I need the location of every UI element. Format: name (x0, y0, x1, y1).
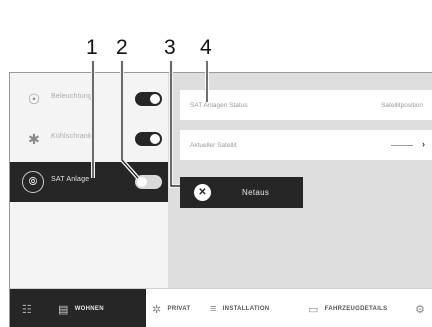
chevron-right-icon: › (422, 139, 425, 149)
snowflake-icon: ✱ (28, 131, 40, 147)
lighting-toggle[interactable] (135, 92, 162, 106)
home-icon: ▤ (58, 303, 69, 316)
tab-wohnen[interactable]: ▤ WOHNEN (44, 289, 146, 327)
sidebar-item-label: Beleuchtung (51, 93, 93, 100)
current-satellite-label: Aktueller Satellit (190, 142, 237, 149)
fridge-toggle[interactable] (135, 132, 162, 146)
sidebar: ☉ Beleuchtung ✱ Kühlschrank ⦾ SAT Anlage (10, 73, 168, 288)
detail-panel: SAT Anlagen Status Satellitposition Aktu… (168, 73, 432, 288)
netaus-button[interactable]: ✕ Netaus (180, 177, 303, 208)
satellite-value-placeholder (391, 145, 413, 146)
lightbulb-icon: ☉ (27, 91, 41, 107)
shower-icon: ✲ (152, 303, 162, 316)
sat-status-value: Satellitposition (381, 102, 423, 109)
callout-4: 4 (200, 36, 212, 59)
installation-icon: ≡ (210, 303, 217, 315)
sat-status-label: SAT Anlagen Status (190, 102, 248, 109)
sidebar-item-fridge[interactable]: ✱ Kühlschrank (10, 119, 168, 159)
settings-button[interactable]: ⚙ (415, 289, 425, 327)
grid-menu-button[interactable]: ☷ (10, 289, 44, 327)
callout-3: 3 (164, 36, 176, 59)
app-window: ☉ Beleuchtung ✱ Kühlschrank ⦾ SAT Anlage… (9, 72, 432, 327)
tab-installation[interactable]: ≡ INSTALLATION (210, 289, 269, 327)
sat-toggle[interactable] (135, 175, 162, 189)
tab-label: WOHNEN (74, 306, 104, 312)
satellite-icon: ⦾ (22, 171, 44, 193)
sidebar-item-sat[interactable]: ⦾ SAT Anlage (10, 162, 168, 202)
close-icon: ✕ (194, 184, 211, 201)
tab-label: PRIVAT (167, 306, 191, 312)
gear-icon: ⚙ (415, 303, 426, 316)
tab-label: INSTALLATION (222, 306, 270, 312)
tab-label: FAHRZEUGDETAILS (324, 306, 388, 312)
current-satellite-row[interactable]: Aktueller Satellit › (180, 130, 432, 160)
bottom-nav: ☷ ▤ WOHNEN ✲ PRIVAT ≡ INSTALLATION ▭ FAH… (10, 288, 432, 327)
callout-1: 1 (86, 36, 98, 59)
vehicle-icon: ▭ (308, 303, 319, 316)
sidebar-item-lighting[interactable]: ☉ Beleuchtung (10, 79, 168, 119)
sidebar-item-label: Kühlschrank (51, 133, 92, 140)
callout-2: 2 (116, 36, 128, 59)
grid-icon: ☷ (21, 303, 33, 316)
tab-fahrzeugdetails[interactable]: ▭ FAHRZEUGDETAILS (308, 289, 387, 327)
sat-status-row: SAT Anlagen Status Satellitposition (180, 90, 432, 120)
netaus-label: Netaus (242, 188, 270, 197)
sidebar-item-label: SAT Anlage (51, 176, 90, 183)
tab-privat[interactable]: ✲ PRIVAT (152, 289, 190, 327)
